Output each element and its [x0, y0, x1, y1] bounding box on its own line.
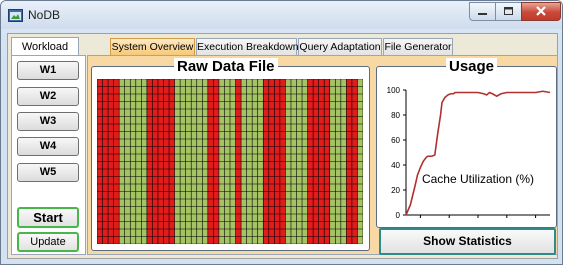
- raw-data-grid-svg: [97, 79, 363, 244]
- y-tick-label: 0: [396, 211, 401, 220]
- y-tick-label: 80: [391, 111, 400, 120]
- show-statistics-button[interactable]: Show Statistics: [379, 228, 556, 255]
- app-icon: [8, 9, 23, 22]
- tab-workload[interactable]: Workload: [11, 37, 79, 56]
- y-tick-label: 40: [391, 161, 400, 170]
- close-icon: [536, 6, 546, 16]
- workload-button-w1[interactable]: W1: [17, 61, 79, 80]
- raw-data-grid: [97, 79, 363, 244]
- tab-system-overview[interactable]: System Overview: [110, 38, 195, 55]
- y-tick-label: 100: [387, 86, 401, 95]
- start-button[interactable]: Start: [17, 207, 79, 228]
- close-button[interactable]: [521, 2, 561, 21]
- chart-annotation: Cache Utilization (%): [422, 172, 534, 186]
- tab-query-adaptation[interactable]: Query Adaptation: [298, 38, 382, 55]
- minimize-button[interactable]: [469, 2, 496, 21]
- title-bar[interactable]: NoDB: [1, 1, 562, 29]
- workload-button-w4[interactable]: W4: [17, 137, 79, 156]
- cache-utilization-line: [405, 90, 551, 216]
- usage-title: Usage: [446, 58, 498, 75]
- workload-button-w5[interactable]: W5: [17, 163, 79, 182]
- update-button[interactable]: Update: [17, 232, 79, 252]
- usage-chart: 0 20 40 60 80 100 Cache Utilization (%): [387, 86, 551, 220]
- y-tick-label: 60: [391, 136, 400, 145]
- maximize-icon: [504, 7, 513, 15]
- workload-button-w2[interactable]: W2: [17, 87, 79, 106]
- app-window: NoDB Workload W1 W2 W3 W4 W5 Start Updat…: [0, 0, 563, 265]
- y-tick-label: 20: [391, 186, 400, 195]
- tab-execution-breakdown[interactable]: Execution Breakdown: [196, 38, 299, 55]
- maximize-button[interactable]: [495, 2, 522, 21]
- raw-data-title: Raw Data File: [174, 58, 278, 75]
- window-title: NoDB: [28, 8, 61, 22]
- workload-button-w3[interactable]: W3: [17, 112, 79, 131]
- tab-file-generator[interactable]: File Generator: [383, 38, 453, 55]
- minimize-icon: [478, 13, 487, 15]
